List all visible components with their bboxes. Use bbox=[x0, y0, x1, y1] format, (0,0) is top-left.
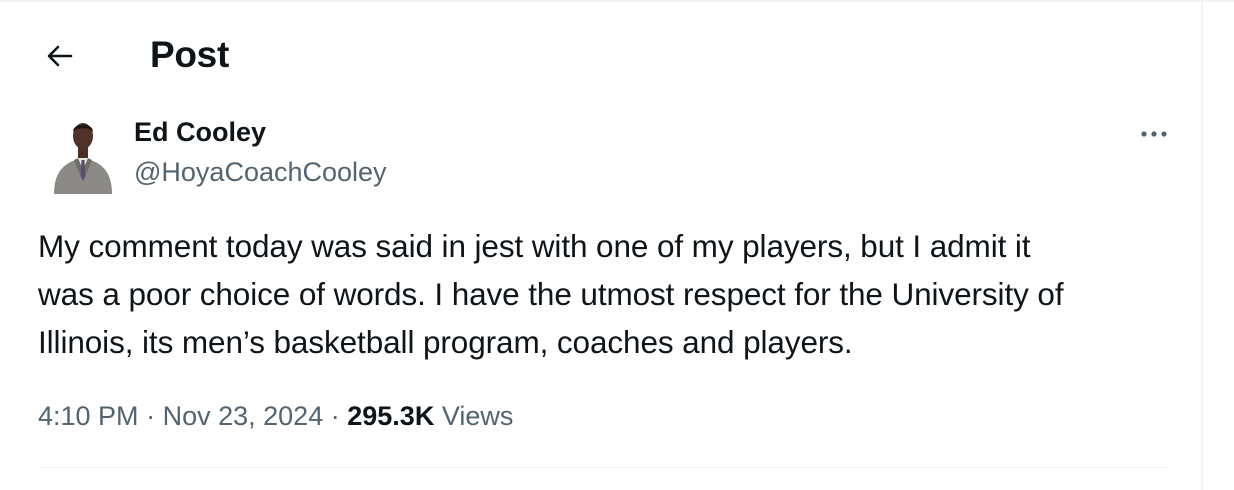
top-border bbox=[0, 0, 1234, 2]
back-button[interactable] bbox=[38, 34, 82, 78]
tweet-text: My comment today was said in jest with o… bbox=[38, 228, 1064, 360]
tweet-time[interactable]: 4:10 PM bbox=[38, 401, 139, 431]
more-horizontal-icon bbox=[1141, 131, 1167, 137]
author-handle[interactable]: @HoyaCoachCooley bbox=[134, 155, 387, 189]
more-options-button[interactable] bbox=[1134, 114, 1174, 154]
post-page: Post Ed Cooley @HoyaCoachCooley My comme… bbox=[0, 0, 1234, 490]
avatar[interactable] bbox=[50, 112, 116, 194]
views-label: Views bbox=[441, 401, 514, 431]
arrow-left-icon bbox=[47, 45, 73, 67]
right-border bbox=[1201, 0, 1203, 490]
views-count: 295.3K bbox=[347, 401, 435, 431]
meta-separator: · bbox=[146, 401, 156, 431]
meta-separator: · bbox=[330, 401, 340, 431]
author-name[interactable]: Ed Cooley bbox=[134, 115, 266, 149]
tweet-date[interactable]: Nov 23, 2024 bbox=[163, 401, 324, 431]
page-title: Post bbox=[150, 34, 229, 75]
divider bbox=[38, 467, 1170, 468]
tweet-meta: 4:10 PM · Nov 23, 2024 · 295.3K Views bbox=[38, 396, 513, 436]
